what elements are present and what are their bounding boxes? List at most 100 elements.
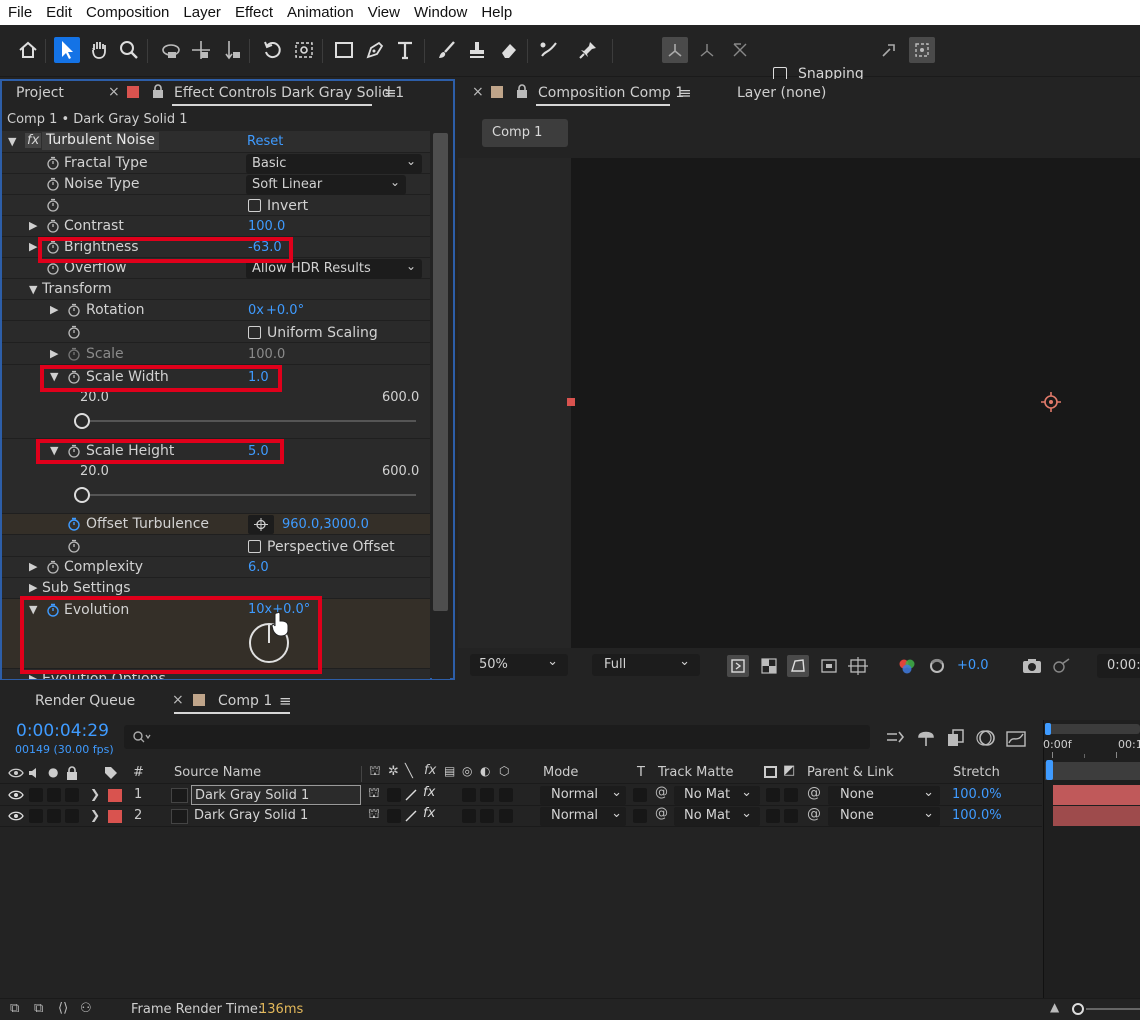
current-time-indicator[interactable] [1046,760,1053,780]
menu-animation[interactable]: Animation [287,4,354,21]
menu-edit[interactable]: Edit [46,4,72,21]
parent-pick-whip-icon[interactable]: @ [807,806,821,822]
chevron-right-icon[interactable]: ▶ [29,240,37,253]
puppet-pin-tool-icon[interactable] [575,37,601,63]
shy-layers-icon[interactable] [915,728,937,748]
transfer-controls-toggle-icon[interactable]: ⧉ [34,1001,43,1016]
adjustment-switch[interactable] [480,788,494,802]
solo-toggle[interactable] [47,809,61,823]
timeline-zoom-slider-track[interactable] [1086,1008,1140,1010]
audio-icon[interactable] [27,766,41,780]
quality-line-icon[interactable] [404,788,418,802]
offset-turbulence-value[interactable]: 960.0,3000.0 [282,517,369,532]
quality-line-icon[interactable] [404,809,418,823]
scale-width-slider-track[interactable] [82,420,416,422]
menu-composition[interactable]: Composition [86,4,169,21]
close-icon[interactable]: × [108,84,120,100]
layer-name[interactable]: Dark Gray Solid 1 [191,806,361,826]
scale-width-slider-knob[interactable] [74,413,90,429]
adjustment-switch[interactable] [480,809,494,823]
hand-tool-icon[interactable] [86,37,112,63]
channel-color-icon[interactable] [896,655,918,677]
3d-switch[interactable] [499,809,513,823]
collapse-switch[interactable] [387,809,401,823]
matte-toggle[interactable] [766,809,780,823]
stopwatch-icon[interactable] [67,325,81,339]
tab-comp[interactable]: Comp 1 [218,693,272,709]
stopwatch-icon[interactable] [46,560,60,574]
effect-fx-icon[interactable]: fx [423,785,435,800]
anchor-point-icon[interactable] [1040,391,1062,413]
chevron-right-icon[interactable]: ▶ [29,581,37,594]
frame-blending-icon[interactable] [945,728,967,748]
anchor-point-tool-icon[interactable] [291,37,317,63]
parent-dropdown[interactable]: None ⌄ [828,806,940,826]
layer-duration-bar[interactable] [1053,785,1140,805]
comp-flowchart-button[interactable]: Comp 1 [482,119,568,147]
tab-composition[interactable]: Composition Comp 1 [538,85,684,101]
chevron-down-icon[interactable]: ▼ [8,135,16,148]
menu-file[interactable]: File [8,4,32,21]
complexity-value[interactable]: 6.0 [248,560,269,575]
close-icon[interactable]: × [172,692,184,708]
graph-editor-icon[interactable] [1005,728,1027,748]
shy-switch-icon[interactable]: ⛫ [368,786,380,803]
lock-toggle[interactable] [65,788,79,802]
brush-tool-icon[interactable] [434,37,460,63]
perspective-offset-checkbox[interactable] [248,540,261,553]
dolly-camera-icon[interactable] [218,37,244,63]
current-time-display[interactable]: 0:00:04:29 [16,721,109,741]
panel-menu-icon[interactable]: ≡ [679,84,692,102]
close-icon[interactable]: × [472,84,484,100]
preserve-transparency-toggle[interactable] [633,809,647,823]
matte-invert-toggle[interactable] [784,788,798,802]
matte-invert-toggle[interactable] [784,809,798,823]
view-axis-mode-icon[interactable] [727,37,753,63]
panel-menu-icon[interactable]: ≡ [279,692,292,710]
motion-blur-icon[interactable] [975,728,997,748]
roto-brush-tool-icon[interactable] [536,37,562,63]
current-time-field[interactable]: 0:00:0 [1097,654,1140,678]
eye-icon[interactable] [8,789,24,801]
blend-mode-dropdown[interactable]: Normal ⌄ [540,785,626,805]
tab-project[interactable]: Project [16,85,64,101]
noise-type-dropdown[interactable]: Soft Linear ⌄ [246,175,406,195]
magnification-dropdown[interactable]: 50% ⌄ [470,654,568,676]
local-axis-mode-icon[interactable] [662,37,688,63]
stopwatch-icon[interactable] [67,303,81,317]
effect-name[interactable]: Turbulent Noise [42,132,159,150]
chevron-right-icon[interactable]: ▶ [29,219,37,232]
scale-height-slider-knob[interactable] [74,487,90,503]
zoom-out-icon[interactable]: ▲ [1050,1000,1059,1014]
snap-options-icon[interactable] [876,37,902,63]
track-matte-dropdown[interactable]: No Mat ⌄ [674,806,760,826]
lock-icon[interactable] [66,766,78,780]
snapshot-camera-icon[interactable] [1021,656,1043,676]
pan-camera-icon[interactable] [188,37,214,63]
menu-view[interactable]: View [368,4,400,21]
label-tag-icon[interactable] [104,766,118,780]
stretch-value[interactable]: 100.0% [952,787,1002,802]
pick-whip-icon[interactable]: @ [655,806,668,821]
shy-switch-icon[interactable]: ⛫ [368,807,380,824]
transform-group-row[interactable]: ▼ Transform [2,279,430,300]
world-axis-mode-icon[interactable] [694,37,720,63]
chevron-right-icon[interactable]: ❯ [90,808,100,822]
chevron-down-icon[interactable]: ▼ [29,283,37,296]
eye-icon[interactable] [8,767,24,779]
fast-previews-icon[interactable] [727,655,749,677]
matte-toggle[interactable] [766,788,780,802]
contrast-value[interactable]: 100.0 [248,219,285,234]
lock-toggle[interactable] [65,809,79,823]
scale-height-slider-track[interactable] [82,494,416,496]
fx-icon[interactable]: fx [25,133,42,148]
parent-dropdown[interactable]: None ⌄ [828,785,940,805]
clone-stamp-tool-icon[interactable] [464,37,490,63]
layer-switches-toggle-icon[interactable]: ⧉ [10,1001,19,1016]
orbit-camera-icon[interactable] [158,37,184,63]
layer-handle[interactable] [567,398,575,406]
resolution-dropdown[interactable]: Full ⌄ [592,654,700,676]
render-time-toggle-icon[interactable]: ⚇ [80,1001,92,1016]
preserve-transparency-toggle[interactable] [633,788,647,802]
tab-layer[interactable]: Layer (none) [737,85,826,101]
